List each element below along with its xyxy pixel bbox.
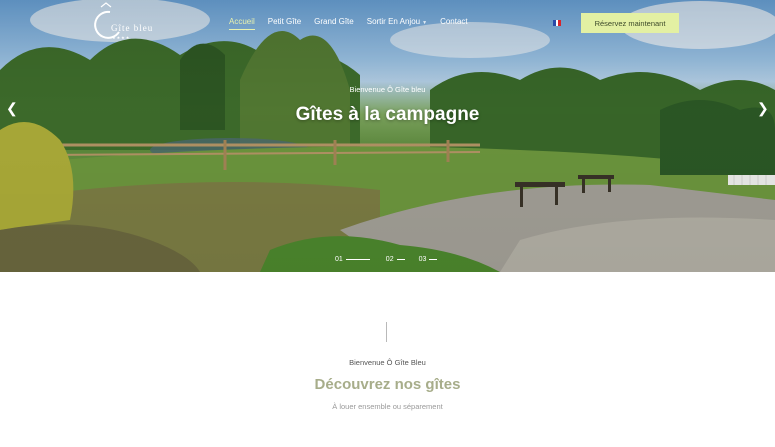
slide-number: 02 — [385, 256, 394, 263]
slide-dot-02[interactable]: 02 — [386, 256, 405, 263]
brand-stars: ★★★★ — [112, 35, 131, 40]
hero-banner: Gîte bleu ★★★★ Accueil Petit Gîte Grand … — [0, 0, 775, 272]
nav-item-accueil[interactable]: Accueil — [229, 17, 255, 30]
book-now-button[interactable]: Réservez maintenant — [581, 13, 679, 33]
nav-item-contact[interactable]: Contact — [440, 17, 468, 26]
nav-item-grand-gite[interactable]: Grand Gîte — [314, 17, 354, 26]
section-kicker: Bienvenue Ô Gîte Bleu — [349, 358, 426, 367]
slide-dot-01[interactable]: 01 — [335, 256, 370, 263]
slide-dot-03[interactable]: 03 — [419, 256, 438, 263]
nav-item-label: Sortir En Anjou — [366, 17, 421, 26]
hero-kicker: Bienvenue Ô Gîte bleu — [349, 85, 426, 94]
brand-name: Gîte bleu — [111, 23, 154, 33]
section-divider — [386, 322, 387, 342]
main-nav: Accueil Petit Gîte Grand Gîte Sortir En … — [229, 17, 481, 30]
hero-title: Gîtes à la campagne — [295, 104, 480, 125]
section-title: Découvrez nos gîtes — [314, 376, 461, 393]
nav-item-sortir-en-anjou[interactable]: Sortir En Anjou ▼ — [367, 17, 427, 26]
chevron-down-icon: ▼ — [422, 20, 428, 26]
french-flag-icon[interactable] — [553, 20, 562, 26]
slider-pagination: 01 02 03 — [335, 256, 438, 263]
nav-item-petit-gite[interactable]: Petit Gîte — [268, 17, 301, 26]
slide-number: 01 — [335, 256, 343, 263]
section-subtitle: À louer ensemble ou séparement — [332, 402, 443, 411]
slide-number: 03 — [418, 256, 427, 263]
